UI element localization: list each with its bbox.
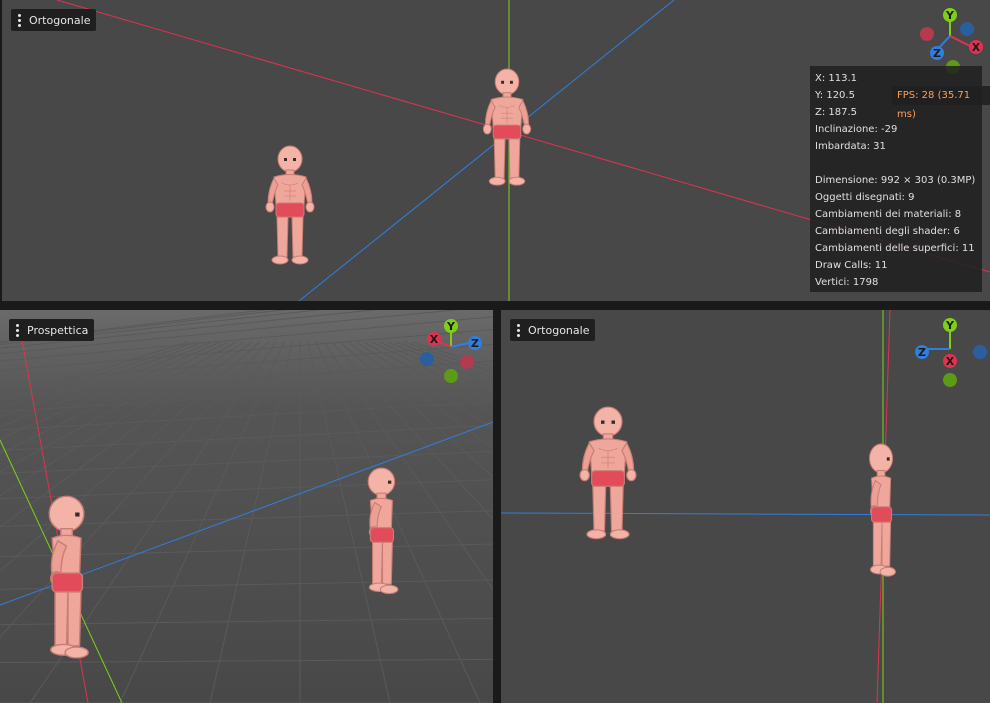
neg-z-axis-handle xyxy=(973,345,987,359)
viewport-perspective[interactable]: Prospettica Y X Z xyxy=(0,310,493,703)
view-menu-button[interactable]: Ortogonale xyxy=(11,9,97,31)
svg-text:X: X xyxy=(430,333,439,346)
kebab-menu-icon xyxy=(16,323,19,337)
surface-changes: Cambiamenti delle superfici: 11 xyxy=(815,243,975,254)
character-model[interactable] xyxy=(32,495,104,670)
svg-text:Z: Z xyxy=(933,47,941,60)
view-mode-label: Ortogonale xyxy=(528,323,590,337)
character-model[interactable] xyxy=(355,467,410,603)
svg-text:Z: Z xyxy=(471,337,479,350)
camera-yaw: Imbardata: 31 xyxy=(815,141,886,152)
fps-counter: FPS: 28 (35.71 ms) xyxy=(892,86,990,120)
camera-x: X: 113.1 xyxy=(815,73,858,84)
material-changes: Cambiamenti dei materiali: 8 xyxy=(815,209,962,220)
shader-changes: Cambiamenti degli shader: 6 xyxy=(815,226,960,237)
draw-calls: Draw Calls: 11 xyxy=(815,260,888,271)
kebab-menu-icon xyxy=(18,13,21,27)
neg-x-axis-handle xyxy=(460,355,474,369)
character-model[interactable] xyxy=(858,443,906,586)
viewport-bottom-orthogonal[interactable]: Ortogonale Y Z X xyxy=(501,310,990,703)
neg-x-axis-handle xyxy=(920,27,934,41)
svg-text:X: X xyxy=(972,41,981,54)
svg-text:Y: Y xyxy=(945,319,955,332)
character-model[interactable] xyxy=(573,406,643,551)
character-model[interactable] xyxy=(260,145,320,275)
kebab-menu-icon xyxy=(517,323,520,337)
objects-drawn: Oggetti disegnati: 9 xyxy=(815,192,915,203)
viewport-size: Dimensione: 992 × 303 (0.3MP) xyxy=(815,175,976,186)
neg-z-axis-handle xyxy=(420,352,434,366)
view-mode-label: Prospettica xyxy=(27,323,89,337)
character-model[interactable] xyxy=(477,68,537,196)
svg-text:X: X xyxy=(946,355,955,368)
svg-text:Z: Z xyxy=(918,346,926,359)
svg-text:Y: Y xyxy=(945,9,955,22)
vertices-count: Vertici: 1798 xyxy=(815,277,879,288)
neg-z-axis-handle xyxy=(960,22,974,36)
neg-y-axis-handle xyxy=(444,369,458,383)
neg-y-axis-handle xyxy=(943,373,957,387)
view-menu-button[interactable]: Prospettica xyxy=(9,319,95,341)
view-menu-button[interactable]: Ortogonale xyxy=(510,319,596,341)
view-mode-label: Ortogonale xyxy=(29,13,91,27)
svg-text:Y: Y xyxy=(446,320,456,333)
orientation-gizmo[interactable]: Y Z X xyxy=(910,315,990,391)
orientation-gizmo[interactable]: Y X Z xyxy=(417,317,493,387)
